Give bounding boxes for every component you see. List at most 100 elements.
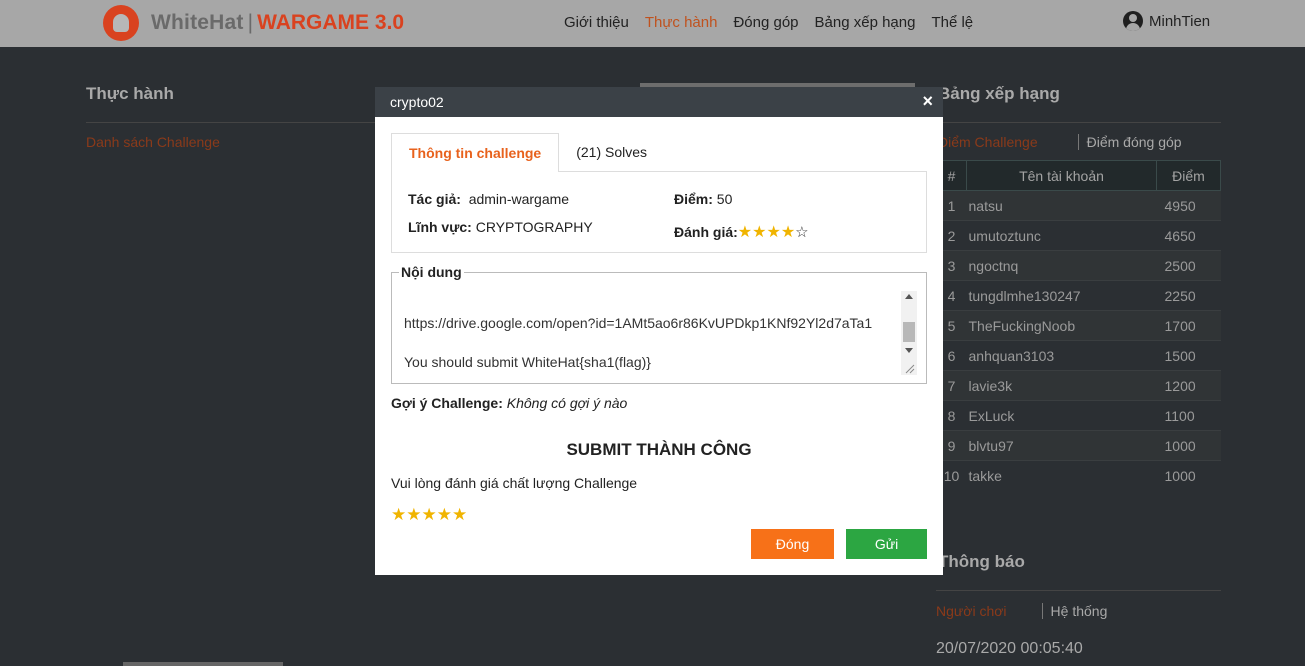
score-cell: 2500 <box>1156 250 1221 281</box>
name-cell[interactable]: lavie3k <box>966 370 1157 401</box>
modal-tabs: Thông tin challenge (21) Solves <box>391 133 664 172</box>
star-filled-icon: ★ <box>780 224 796 241</box>
table-row: 2 umutoztunc 4650 <box>936 220 1221 251</box>
rating-stars: ★★★★☆ <box>737 224 809 241</box>
star-filled-icon: ★ <box>752 224 767 241</box>
table-header-row: # Tên tài khoản Điểm <box>936 160 1221 191</box>
score-cell: 1000 <box>1156 430 1221 461</box>
content-instruction: You should submit WhiteHat{sha1(flag)} <box>404 354 651 370</box>
author-value: admin-wargame <box>468 191 570 207</box>
divider <box>936 590 1221 591</box>
table-row: 5 TheFuckingNoob 1700 <box>936 310 1221 341</box>
logo-text: WhiteHat <box>151 11 244 34</box>
name-cell[interactable]: anhquan3103 <box>966 340 1157 371</box>
nav-leaderboard[interactable]: Bảng xếp hạng <box>815 14 916 31</box>
challenge-modal: crypto02 × Thông tin challenge (21) Solv… <box>375 87 943 575</box>
table-row: 1 natsu 4950 <box>936 190 1221 221</box>
field-label: Lĩnh vực: <box>408 219 472 235</box>
table-row: 4 tungdlmhe130247 2250 <box>936 280 1221 311</box>
practice-title: Thực hành <box>86 84 174 103</box>
content-textarea[interactable]: https://drive.google.com/open?id=1AMt5ao… <box>404 313 884 373</box>
name-cell[interactable]: natsu <box>966 190 1157 221</box>
main-nav: Giới thiệu Thực hành Đóng góp Bảng xếp h… <box>564 14 989 31</box>
resize-grip-icon[interactable] <box>903 362 915 374</box>
rating-label: Đánh giá: <box>674 224 738 240</box>
hint-row: Gợi ý Challenge: Không có gợi ý nào <box>391 395 627 411</box>
score-cell: 1200 <box>1156 370 1221 401</box>
nav-practice[interactable]: Thực hành <box>645 14 718 31</box>
star-empty-icon: ☆ <box>795 224 809 241</box>
score-row: Điểm: 50 <box>674 191 732 207</box>
challenge-list-link[interactable]: Danh sách Challenge <box>86 134 220 150</box>
table-row: 3 ngoctnq 2500 <box>936 250 1221 281</box>
submit-success-title: SUBMIT THÀNH CÔNG <box>566 440 752 459</box>
divider <box>86 122 376 123</box>
close-icon[interactable]: × <box>922 91 933 112</box>
user-menu[interactable]: MinhTien <box>1123 11 1210 31</box>
score-cell: 1500 <box>1156 340 1221 371</box>
top-navbar: WhiteHat | WARGAME 3.0 Giới thiệu Thực h… <box>0 0 1305 47</box>
close-button[interactable]: Đóng <box>751 529 834 559</box>
col-name-header: Tên tài khoản <box>966 160 1157 191</box>
hint-label: Gợi ý Challenge: <box>391 395 503 411</box>
nav-intro[interactable]: Giới thiệu <box>564 14 629 31</box>
leaderboard-tabs: Điểm Challenge Điểm đóng góp <box>938 134 1182 150</box>
field-row: Lĩnh vực: CRYPTOGRAPHY <box>408 219 593 235</box>
notice-tabs: Người chơi Hệ thống <box>936 603 1107 619</box>
name-cell[interactable]: umutoztunc <box>966 220 1157 251</box>
username: MinhTien <box>1149 12 1211 30</box>
modal-title: crypto02 <box>390 94 444 110</box>
rate-prompt: Vui lòng đánh giá chất lượng Challenge <box>391 475 638 491</box>
name-cell[interactable]: TheFuckingNoob <box>966 310 1157 341</box>
name-cell[interactable]: ngoctnq <box>966 250 1157 281</box>
tab-players[interactable]: Người chơi <box>936 603 1042 619</box>
name-cell[interactable]: blvtu97 <box>966 430 1157 461</box>
author-label: Tác giả: <box>408 191 461 207</box>
hint-value: Không có gợi ý nào <box>506 395 628 411</box>
star-filled-icon: ★ <box>737 224 753 241</box>
modal-header: crypto02 × <box>375 87 943 117</box>
leaderboard-table: # Tên tài khoản Điểm 1 natsu 4950 2 umutozt… <box>936 160 1221 491</box>
content-link: https://drive.google.com/open?id=1AMt5ao… <box>404 315 873 331</box>
bottom-scrollbar <box>123 662 283 666</box>
table-row: 6 anhquan3103 1500 <box>936 340 1221 371</box>
whitehat-logo-icon <box>103 5 139 41</box>
scroll-up-icon[interactable] <box>905 294 913 299</box>
rate-stars-input[interactable]: ★★★★★ <box>391 505 467 525</box>
scroll-thumb[interactable] <box>903 322 915 342</box>
content-label: Nội dung <box>399 264 464 280</box>
tab-system[interactable]: Hệ thống <box>1041 603 1107 619</box>
field-value: CRYPTOGRAPHY <box>475 219 593 235</box>
divider <box>936 122 1221 123</box>
nav-contribute[interactable]: Đóng góp <box>733 14 798 31</box>
table-row: 8 ExLuck 1100 <box>936 400 1221 431</box>
table-row: 9 blvtu97 1000 <box>936 430 1221 461</box>
tab-solves[interactable]: (21) Solves <box>559 133 664 172</box>
score-cell: 1700 <box>1156 310 1221 341</box>
logo-separator: | <box>247 11 254 34</box>
score-cell: 1100 <box>1156 400 1221 431</box>
name-cell[interactable]: takke <box>966 460 1157 491</box>
score-label: Điểm: <box>674 191 713 207</box>
nav-rules[interactable]: Thể lệ <box>931 14 973 31</box>
notice-title: Thông báo <box>938 552 1025 571</box>
name-cell[interactable]: ExLuck <box>966 400 1157 431</box>
name-cell[interactable]: tungdlmhe130247 <box>966 280 1157 311</box>
score-cell: 2250 <box>1156 280 1221 311</box>
tab-contribution-score[interactable]: Điểm đóng góp <box>1077 134 1182 150</box>
tab-challenge-info[interactable]: Thông tin challenge <box>391 133 560 172</box>
table-row: 10 takke 1000 <box>936 460 1221 491</box>
col-score-header: Điểm <box>1156 160 1221 191</box>
notice-date: 20/07/2020 00:05:40 <box>936 640 1083 657</box>
challenge-info-panel: Tác giả: admin-wargame Lĩnh vực: CRYPTOG… <box>391 171 927 253</box>
send-button[interactable]: Gửi <box>846 529 927 559</box>
site-logo[interactable]: WhiteHat | WARGAME 3.0 <box>103 5 404 41</box>
tab-challenge-score[interactable]: Điểm Challenge <box>938 134 1078 150</box>
user-avatar-icon <box>1123 11 1143 31</box>
score-cell: 1000 <box>1156 460 1221 491</box>
score-value: 50 <box>716 191 733 207</box>
leaderboard-title: Bảng xếp hạng <box>938 84 1060 103</box>
score-cell: 4650 <box>1156 220 1221 251</box>
author-row: Tác giả: admin-wargame <box>408 191 569 207</box>
scroll-down-icon[interactable] <box>905 348 913 353</box>
